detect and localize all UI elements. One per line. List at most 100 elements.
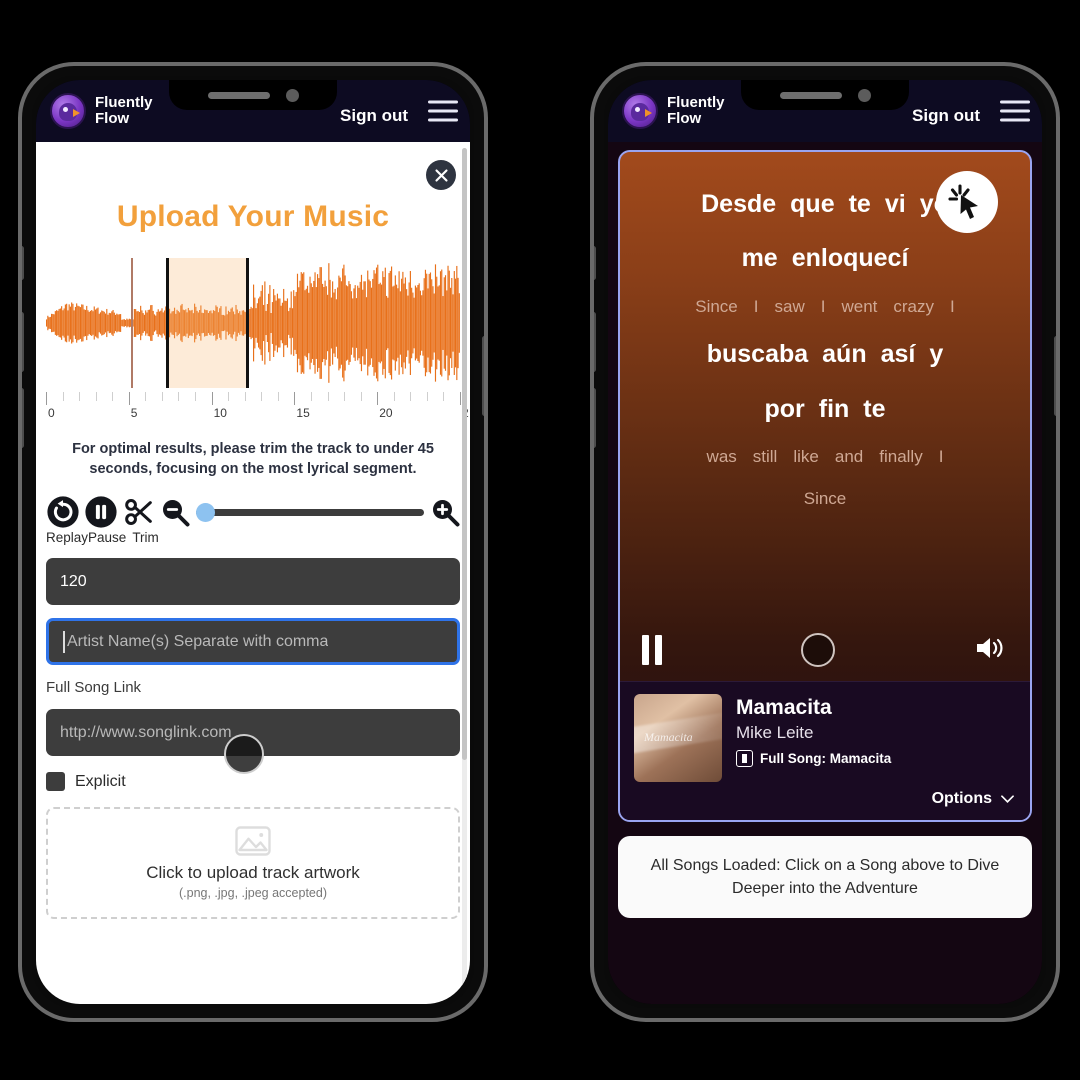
phone-left-volume-down-button[interactable] <box>22 388 24 448</box>
close-x-icon[interactable] <box>426 160 456 190</box>
lyric-line-translation: Since Isaw Iwent crazy I <box>634 295 1016 319</box>
options-toggle[interactable]: Options <box>620 790 1030 820</box>
phone-left-mute-button[interactable] <box>22 246 24 280</box>
lyric-word[interactable]: Since <box>695 295 738 319</box>
lyric-word[interactable]: por <box>764 391 804 427</box>
song-info-card[interactable]: Mamacita Mamacita Mike Leite Full Song: … <box>620 681 1030 790</box>
artist-name-input[interactable]: Artist Name(s) Separate with comma <box>46 618 460 666</box>
lyric-word[interactable]: Since <box>804 487 847 511</box>
lyric-word[interactable]: was <box>707 445 737 469</box>
zoom-slider-handle[interactable] <box>196 502 215 522</box>
pause-label: Pause <box>88 530 127 546</box>
zoom-slider[interactable] <box>196 502 424 522</box>
zoom-out-icon[interactable] <box>160 497 190 527</box>
lyric-word[interactable]: y <box>929 336 943 372</box>
brand-line-1: Fluently <box>667 93 725 111</box>
explicit-checkbox-row[interactable]: Explicit <box>46 772 460 792</box>
pause-icon[interactable] <box>642 635 662 665</box>
explicit-checkbox[interactable] <box>46 772 65 792</box>
lyric-card[interactable]: Desde que te vi yo me enloquecí Since Isaw Iwent c… <box>618 150 1032 822</box>
trim-label: Trim <box>132 530 159 546</box>
lyric-word[interactable]: like <box>793 445 819 469</box>
sign-out-link[interactable]: Sign out <box>340 106 408 126</box>
lyric-line-source: por fin te <box>634 391 1016 427</box>
click-ring-indicator <box>224 734 264 774</box>
phone-right-volume-down-button[interactable] <box>594 388 596 448</box>
lyric-word[interactable]: I <box>821 295 826 319</box>
modal-scrollbar[interactable] <box>462 148 467 998</box>
phone-right-power-button[interactable] <box>1054 336 1056 416</box>
phone-right-mute-button[interactable] <box>594 246 596 280</box>
modal-scrollbar-thumb[interactable] <box>462 148 467 760</box>
lyric-word[interactable]: buscaba <box>707 336 808 372</box>
zoom-slider-track <box>196 508 424 516</box>
lyric-word[interactable]: saw <box>775 295 805 319</box>
record-circle-icon[interactable] <box>801 633 835 667</box>
lyric-word[interactable]: I <box>754 295 759 319</box>
cursor-pointer-badge <box>936 171 998 233</box>
lyric-line-translation: Since <box>634 487 1016 511</box>
brand-name: Fluently Flow <box>667 93 725 127</box>
lyric-word[interactable]: went <box>841 295 877 319</box>
brand-name: Fluently Flow <box>95 94 153 127</box>
trim-selection-region[interactable] <box>166 258 249 388</box>
waveform-display[interactable] <box>46 258 460 388</box>
phone-right-volume-up-button[interactable] <box>594 312 596 372</box>
full-song-label: Full Song: Mamacita <box>760 751 892 766</box>
lyric-word[interactable]: crazy <box>893 295 934 319</box>
lyric-word[interactable]: still <box>753 445 778 469</box>
lyric-word[interactable]: me <box>742 240 778 276</box>
lyric-word[interactable]: finally <box>879 445 922 469</box>
phone-left-power-button[interactable] <box>482 336 484 416</box>
waveform-controls <box>46 495 460 529</box>
phone-left-notch <box>169 80 337 110</box>
sign-out-link[interactable]: Sign out <box>912 106 980 126</box>
lyric-line-translation: was still like and finally I <box>634 445 1016 469</box>
lyric-word[interactable]: vi <box>885 186 906 222</box>
brand-line-2: Flow <box>667 110 702 127</box>
zoom-in-icon[interactable] <box>430 497 460 527</box>
phone-left-screen: Fluently Flow Sign out Upload Your Music <box>36 80 470 1004</box>
status-toast: All Songs Loaded: Click on a Song above … <box>618 836 1032 919</box>
lyric-word[interactable]: que <box>790 186 834 222</box>
replay-icon[interactable] <box>46 495 80 529</box>
hamburger-menu-icon[interactable] <box>428 100 458 122</box>
album-artwork: Mamacita <box>634 694 722 782</box>
artist-name-placeholder: Artist Name(s) Separate with comma <box>67 632 329 650</box>
playhead-cursor[interactable] <box>130 258 133 388</box>
lyric-word[interactable]: enloquecí <box>792 240 909 276</box>
image-placeholder-icon <box>235 826 271 856</box>
lyric-word[interactable]: I <box>950 295 955 319</box>
replay-label: Replay <box>46 530 89 546</box>
phone-right: Fluently Flow Sign out Desde que te vi yo me e… <box>590 62 1060 1022</box>
lyric-word[interactable]: te <box>849 186 871 222</box>
text-caret <box>63 630 65 653</box>
control-labels: Replay Pause Trim <box>46 530 460 545</box>
full-song-row[interactable]: Full Song: Mamacita <box>736 750 1016 767</box>
lyric-word[interactable]: así <box>881 336 916 372</box>
chevron-down-icon <box>1001 795 1014 803</box>
upload-music-modal: Upload Your Music 051015202 For optimal … <box>36 142 470 1004</box>
earpiece-speaker <box>779 91 842 99</box>
earpiece-speaker <box>207 91 270 99</box>
bpm-input[interactable]: 120 <box>46 558 460 606</box>
lyric-line-source: me enloquecí <box>634 240 1016 276</box>
song-artist: Mike Leite <box>736 723 814 742</box>
lyric-word[interactable]: fin <box>819 391 850 427</box>
hamburger-menu-icon[interactable] <box>1000 100 1030 122</box>
volume-icon[interactable] <box>974 634 1008 667</box>
scissors-icon[interactable] <box>122 495 156 529</box>
lyric-word[interactable]: I <box>939 445 944 469</box>
lyric-word[interactable]: te <box>863 391 885 427</box>
pause-icon[interactable] <box>84 495 118 529</box>
phone-left-volume-up-button[interactable] <box>22 312 24 372</box>
waveform-canvas <box>46 263 460 383</box>
artwork-dropzone[interactable]: Click to upload track artwork (.png, .jp… <box>46 807 460 920</box>
lyric-word[interactable]: aún <box>822 336 866 372</box>
screenshot-stage: Fluently Flow Sign out Upload Your Music <box>0 0 1080 1080</box>
options-label: Options <box>931 790 992 807</box>
lyric-word[interactable]: Desde <box>701 186 776 222</box>
explicit-label: Explicit <box>75 772 126 790</box>
phone-left: Fluently Flow Sign out Upload Your Music <box>18 62 488 1022</box>
lyric-word[interactable]: and <box>835 445 863 469</box>
